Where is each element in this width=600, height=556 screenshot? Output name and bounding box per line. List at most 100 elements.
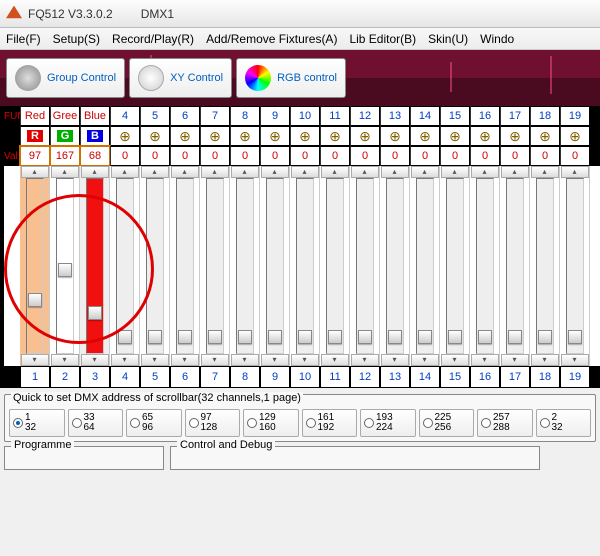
slider-16[interactable]: ▴▾: [470, 166, 500, 366]
slider-up-11[interactable]: ▴: [321, 166, 349, 178]
quick-range-129-160[interactable]: 129160: [243, 409, 299, 437]
slider-handle-13[interactable]: [388, 330, 402, 344]
slider-19[interactable]: ▴▾: [560, 166, 590, 366]
slider-track-10[interactable]: [296, 178, 314, 354]
slider-down-11[interactable]: ▾: [321, 354, 349, 366]
slider-handle-16[interactable]: [478, 330, 492, 344]
slider-down-10[interactable]: ▾: [291, 354, 319, 366]
slider-handle-14[interactable]: [418, 330, 432, 344]
slider-13[interactable]: ▴▾: [380, 166, 410, 366]
slider-up-9[interactable]: ▴: [261, 166, 289, 178]
slider-handle-4[interactable]: [118, 330, 132, 344]
menu-record-play[interactable]: Record/Play(R): [112, 32, 194, 46]
ch-cell-17[interactable]: 17: [500, 366, 530, 388]
val-cell-12[interactable]: 0: [350, 146, 380, 166]
quick-radio-6[interactable]: [306, 418, 316, 428]
slider-up-4[interactable]: ▴: [111, 166, 139, 178]
slider-18[interactable]: ▴▾: [530, 166, 560, 366]
val-cell-8[interactable]: 0: [230, 146, 260, 166]
ch-cell-16[interactable]: 16: [470, 366, 500, 388]
slider-up-3[interactable]: ▴: [81, 166, 109, 178]
slider-8[interactable]: ▴▾: [230, 166, 260, 366]
quick-range-193-224[interactable]: 193224: [360, 409, 416, 437]
ch-cell-13[interactable]: 13: [380, 366, 410, 388]
slider-up-17[interactable]: ▴: [501, 166, 529, 178]
slider-11[interactable]: ▴▾: [320, 166, 350, 366]
quick-range-225-256[interactable]: 225256: [419, 409, 475, 437]
val-cell-18[interactable]: 0: [530, 146, 560, 166]
ch-cell-9[interactable]: 9: [260, 366, 290, 388]
slider-9[interactable]: ▴▾: [260, 166, 290, 366]
slider-15[interactable]: ▴▾: [440, 166, 470, 366]
slider-5[interactable]: ▴▾: [140, 166, 170, 366]
rgb-control-button[interactable]: RGB control: [236, 58, 346, 98]
slider-down-9[interactable]: ▾: [261, 354, 289, 366]
quick-radio-10[interactable]: [540, 418, 550, 428]
ch-cell-6[interactable]: 6: [170, 366, 200, 388]
slider-track-12[interactable]: [356, 178, 374, 354]
slider-handle-3[interactable]: [88, 306, 102, 320]
val-cell-4[interactable]: 0: [110, 146, 140, 166]
val-cell-16[interactable]: 0: [470, 146, 500, 166]
slider-down-8[interactable]: ▾: [231, 354, 259, 366]
slider-handle-2[interactable]: [58, 263, 72, 277]
menu-add-remove-fixtures[interactable]: Add/Remove Fixtures(A): [206, 32, 337, 46]
val-cell-3[interactable]: 68: [80, 146, 110, 166]
slider-up-6[interactable]: ▴: [171, 166, 199, 178]
slider-track-7[interactable]: [206, 178, 224, 354]
val-cell-9[interactable]: 0: [260, 146, 290, 166]
slider-track-15[interactable]: [446, 178, 464, 354]
slider-up-14[interactable]: ▴: [411, 166, 439, 178]
val-cell-1[interactable]: 97: [20, 146, 50, 166]
val-cell-14[interactable]: 0: [410, 146, 440, 166]
slider-2[interactable]: ▴▾: [50, 166, 80, 366]
slider-track-18[interactable]: [536, 178, 554, 354]
slider-down-5[interactable]: ▾: [141, 354, 169, 366]
slider-up-19[interactable]: ▴: [561, 166, 589, 178]
slider-up-18[interactable]: ▴: [531, 166, 559, 178]
slider-10[interactable]: ▴▾: [290, 166, 320, 366]
slider-track-5[interactable]: [146, 178, 164, 354]
slider-down-14[interactable]: ▾: [411, 354, 439, 366]
quick-radio-7[interactable]: [364, 418, 374, 428]
val-cell-19[interactable]: 0: [560, 146, 590, 166]
quick-radio-9[interactable]: [481, 418, 491, 428]
slider-down-12[interactable]: ▾: [351, 354, 379, 366]
quick-radio-2[interactable]: [72, 418, 82, 428]
slider-track-3[interactable]: [86, 178, 104, 354]
slider-down-4[interactable]: ▾: [111, 354, 139, 366]
ch-cell-8[interactable]: 8: [230, 366, 260, 388]
slider-track-4[interactable]: [116, 178, 134, 354]
quick-range-97-128[interactable]: 97128: [185, 409, 241, 437]
slider-track-8[interactable]: [236, 178, 254, 354]
val-cell-13[interactable]: 0: [380, 146, 410, 166]
val-cell-5[interactable]: 0: [140, 146, 170, 166]
ch-cell-19[interactable]: 19: [560, 366, 590, 388]
slider-down-19[interactable]: ▾: [561, 354, 589, 366]
ch-cell-7[interactable]: 7: [200, 366, 230, 388]
ch-cell-12[interactable]: 12: [350, 366, 380, 388]
ch-cell-11[interactable]: 11: [320, 366, 350, 388]
slider-down-16[interactable]: ▾: [471, 354, 499, 366]
slider-down-2[interactable]: ▾: [51, 354, 79, 366]
slider-up-13[interactable]: ▴: [381, 166, 409, 178]
slider-track-13[interactable]: [386, 178, 404, 354]
slider-6[interactable]: ▴▾: [170, 166, 200, 366]
slider-track-17[interactable]: [506, 178, 524, 354]
slider-down-6[interactable]: ▾: [171, 354, 199, 366]
slider-up-15[interactable]: ▴: [441, 166, 469, 178]
quick-range-33-64[interactable]: 3364: [68, 409, 124, 437]
slider-down-18[interactable]: ▾: [531, 354, 559, 366]
val-cell-7[interactable]: 0: [200, 146, 230, 166]
slider-handle-7[interactable]: [208, 330, 222, 344]
slider-handle-10[interactable]: [298, 330, 312, 344]
val-cell-11[interactable]: 0: [320, 146, 350, 166]
slider-track-1[interactable]: [26, 178, 44, 354]
slider-handle-11[interactable]: [328, 330, 342, 344]
slider-track-16[interactable]: [476, 178, 494, 354]
quick-range-161-192[interactable]: 161192: [302, 409, 358, 437]
slider-up-7[interactable]: ▴: [201, 166, 229, 178]
val-cell-6[interactable]: 0: [170, 146, 200, 166]
quick-range-2-32[interactable]: 232: [536, 409, 592, 437]
slider-1[interactable]: ▴▾: [20, 166, 50, 366]
